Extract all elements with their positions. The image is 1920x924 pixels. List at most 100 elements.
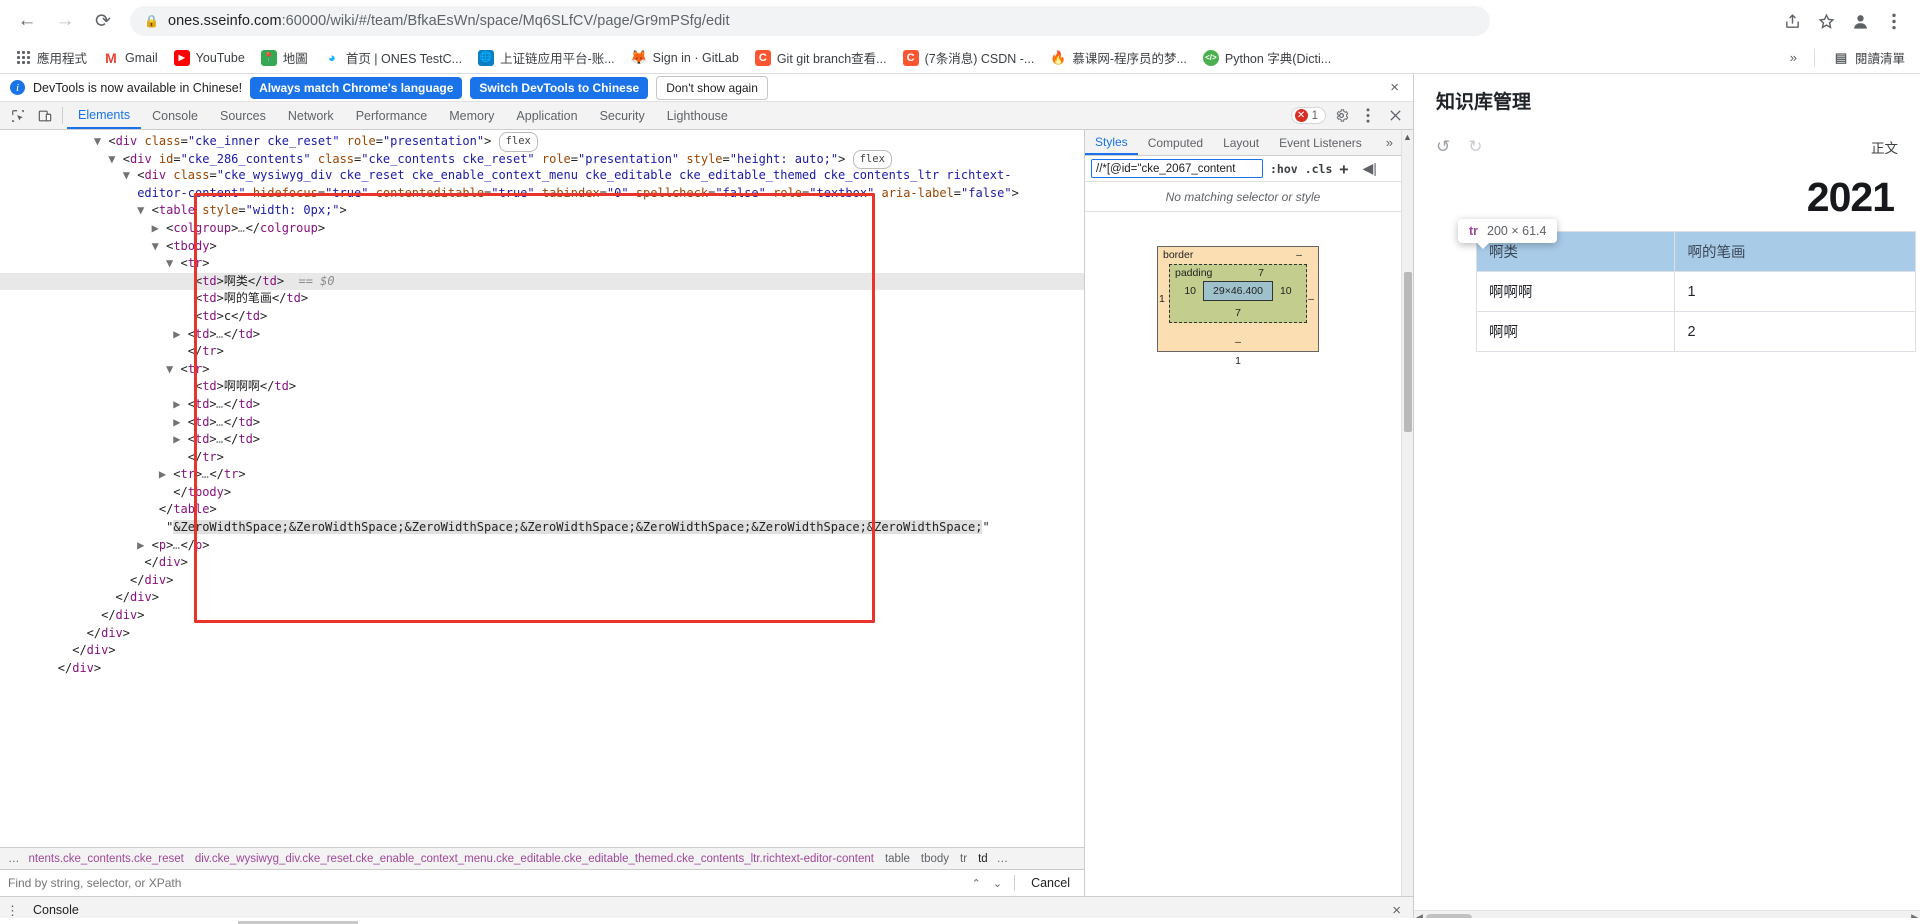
tab-application[interactable]: Application bbox=[505, 102, 588, 129]
dom-tree-line[interactable]: ▶ <p>…</p> bbox=[0, 537, 1084, 555]
table-cell[interactable]: 啊的笔画 bbox=[1674, 231, 1916, 272]
dom-tree-line[interactable]: ▼ <tr> bbox=[0, 361, 1084, 379]
breadcrumb-overflow-right[interactable]: … bbox=[995, 853, 1011, 865]
dom-tree-line[interactable]: ▼ <div class="cke_inner cke_reset" role=… bbox=[0, 132, 1084, 152]
expand-arrow-icon[interactable]: ▼ bbox=[166, 362, 173, 376]
dom-tree-line[interactable]: ▶ <td>…</td> bbox=[0, 414, 1084, 432]
tab-memory[interactable]: Memory bbox=[438, 102, 505, 129]
dom-tree-line[interactable]: ▶ </div> bbox=[0, 625, 1084, 643]
tab-security[interactable]: Security bbox=[589, 102, 656, 129]
border-right-value[interactable]: – bbox=[1308, 293, 1314, 305]
device-toolbar-icon[interactable] bbox=[31, 102, 58, 129]
tab-event-listeners[interactable]: Event Listeners bbox=[1269, 130, 1372, 155]
padding-left-value[interactable]: 10 bbox=[1184, 285, 1196, 297]
cls-toggle[interactable]: .cls bbox=[1305, 162, 1333, 176]
share-icon[interactable] bbox=[1776, 5, 1808, 37]
always-match-language-button[interactable]: Always match Chrome's language bbox=[250, 76, 463, 99]
tab-styles[interactable]: Styles bbox=[1085, 130, 1138, 155]
devtools-close-icon[interactable] bbox=[1383, 105, 1407, 127]
dom-tree-line[interactable]: ▶ <td>c</td> bbox=[0, 308, 1084, 326]
dom-tree-line[interactable]: ▶ </div> bbox=[0, 589, 1084, 607]
expand-arrow-icon[interactable]: ▼ bbox=[108, 152, 115, 166]
bookmark-youtube[interactable]: ▶ YouTube bbox=[167, 46, 252, 70]
dom-tree-line[interactable]: ▶ "&ZeroWidthSpace;&ZeroWidthSpace;&Zero… bbox=[0, 519, 1084, 537]
breadcrumb-item-table[interactable]: table bbox=[881, 853, 914, 865]
tab-console[interactable]: Console bbox=[141, 102, 209, 129]
new-style-rule-button[interactable]: + bbox=[1339, 160, 1348, 178]
expand-arrow-icon[interactable]: ▶ bbox=[173, 415, 180, 429]
tab-lighthouse[interactable]: Lighthouse bbox=[656, 102, 739, 129]
scrollbar-thumb[interactable] bbox=[1403, 272, 1412, 432]
dom-tree-line[interactable]: ▶ </div> bbox=[0, 660, 1084, 678]
table-row[interactable]: 啊啊 2 bbox=[1475, 311, 1916, 352]
border-bottom-value[interactable]: – bbox=[1158, 334, 1318, 351]
drawer-menu-icon[interactable]: ⋮ bbox=[6, 903, 19, 919]
dom-tree-line[interactable]: ▶ </div> bbox=[0, 607, 1084, 625]
bookmark-gitlab[interactable]: 🦊 Sign in · GitLab bbox=[624, 46, 746, 70]
tab-layout[interactable]: Layout bbox=[1213, 130, 1269, 155]
dom-tree-line[interactable]: ▶ </tbody> bbox=[0, 484, 1084, 502]
dom-tree-line[interactable]: ▼ <tr> bbox=[0, 255, 1084, 273]
address-bar[interactable]: 🔒 ones.sseinfo.com:60000/wiki/#/team/Bfk… bbox=[130, 6, 1490, 36]
bookmark-sse[interactable]: 🌐 上证链应用平台-账... bbox=[471, 44, 622, 71]
breadcrumb-item-tr[interactable]: tr bbox=[956, 853, 971, 865]
expand-arrow-icon[interactable]: ▶ bbox=[173, 397, 180, 411]
undo-arrow-icon[interactable]: ↺ bbox=[1436, 137, 1450, 157]
drawer-close-icon[interactable]: × bbox=[1386, 902, 1407, 919]
dom-tree-line[interactable]: ▼ <tbody> bbox=[0, 238, 1084, 256]
border-left-value[interactable]: 1 bbox=[1159, 293, 1165, 305]
table-cell[interactable]: 2 bbox=[1674, 311, 1916, 352]
chrome-menu-icon[interactable] bbox=[1878, 5, 1910, 37]
scroll-up-icon[interactable]: ▲ bbox=[1403, 130, 1412, 142]
outer-bottom-value[interactable]: 1 bbox=[1235, 355, 1241, 367]
bookmark-ones[interactable]: ◕ 首页 | ONES TestC... bbox=[317, 44, 469, 71]
expand-arrow-icon[interactable]: ▶ bbox=[152, 221, 159, 235]
bookmark-git-branch[interactable]: C Git git branch查看... bbox=[748, 44, 894, 71]
dom-tree-line[interactable]: ▶ <tr>…</tr> bbox=[0, 466, 1084, 484]
close-icon[interactable]: × bbox=[1386, 79, 1403, 96]
bookmark-apps[interactable]: 應用程式 bbox=[8, 44, 94, 71]
find-prev-icon[interactable]: ⌃ bbox=[968, 877, 985, 890]
dom-tree[interactable]: ▼ <div class="cke_inner cke_reset" role=… bbox=[0, 130, 1084, 847]
dom-tree-line[interactable]: ▼ <div class="cke_wysiwyg_div cke_reset … bbox=[0, 167, 1084, 185]
profile-avatar-icon[interactable] bbox=[1844, 5, 1876, 37]
expand-arrow-icon[interactable]: ▼ bbox=[152, 239, 159, 253]
bookmark-star-icon[interactable] bbox=[1810, 5, 1842, 37]
table-cell[interactable]: 啊啊 bbox=[1475, 311, 1676, 352]
drawer-tab-console[interactable]: Console bbox=[27, 903, 85, 919]
dom-tree-line[interactable]: ▶ <td>…</td> bbox=[0, 326, 1084, 344]
dom-tree-line[interactable]: ▶ <td>啊类</td> == $0 bbox=[0, 272, 1084, 291]
dom-tree-line[interactable]: ▶ </div> bbox=[0, 554, 1084, 572]
box-model-padding[interactable]: padding 7 10 29×46.400 10 7 bbox=[1169, 264, 1307, 323]
expand-arrow-icon[interactable]: ▶ bbox=[137, 538, 144, 552]
error-count-badge[interactable]: ✕ 1 bbox=[1290, 107, 1326, 124]
table-cell[interactable]: 1 bbox=[1674, 271, 1916, 312]
dom-tree-line[interactable]: ▼ <div id="cke_286_contents" class="cke_… bbox=[0, 149, 1084, 170]
dom-tree-line[interactable]: ▶ </tr> bbox=[0, 449, 1084, 467]
find-next-icon[interactable]: ⌄ bbox=[989, 877, 1006, 890]
paragraph-style-selector[interactable]: 正文 bbox=[1871, 137, 1898, 157]
dom-tree-line[interactable]: ▶ </div> bbox=[0, 642, 1084, 660]
hov-toggle[interactable]: :hov bbox=[1270, 162, 1298, 176]
devtools-menu-icon[interactable] bbox=[1356, 105, 1380, 127]
settings-gear-icon[interactable] bbox=[1329, 105, 1353, 127]
dom-tree-line[interactable]: ▼ <table style="width: 0px;"> bbox=[0, 202, 1084, 220]
breadcrumb-item-td[interactable]: td bbox=[974, 853, 992, 865]
expand-arrow-icon[interactable]: ▶ bbox=[173, 327, 180, 341]
dom-tree-line[interactable]: ▶ </tr> bbox=[0, 343, 1084, 361]
table-row[interactable]: 啊啊啊 1 bbox=[1475, 271, 1916, 312]
padding-bottom-value[interactable]: 7 bbox=[1170, 305, 1306, 322]
redo-arrow-icon[interactable]: ↻ bbox=[1468, 137, 1482, 157]
dom-tree-line[interactable]: ▶ <colgroup>…</colgroup> bbox=[0, 220, 1084, 238]
tab-performance[interactable]: Performance bbox=[345, 102, 439, 129]
bookmark-runoob[interactable]: </> Python 字典(Dicti... bbox=[1196, 44, 1338, 71]
expand-arrow-icon[interactable]: ▶ bbox=[173, 432, 180, 446]
padding-top-value[interactable]: 7 bbox=[1258, 267, 1264, 279]
border-top-value[interactable]: – bbox=[1296, 249, 1302, 261]
expand-arrow-icon[interactable]: ▼ bbox=[137, 203, 144, 217]
styles-scrollbar[interactable]: ▲ bbox=[1401, 130, 1413, 896]
inspect-element-icon[interactable] bbox=[4, 102, 31, 129]
dom-tree-line[interactable]: ▶ <td>…</td> bbox=[0, 431, 1084, 449]
expand-arrow-icon[interactable]: ▼ bbox=[123, 168, 130, 182]
dom-tree-line[interactable]: ▶ editor-content" hidefocus="true" conte… bbox=[0, 185, 1084, 203]
